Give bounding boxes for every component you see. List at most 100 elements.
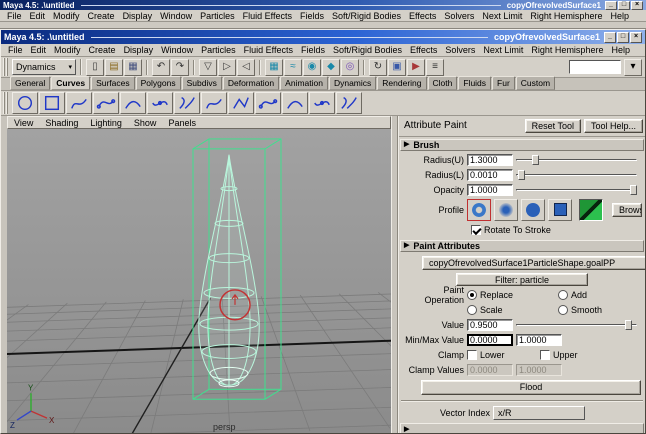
panel-menu-shading[interactable]: Shading [39, 118, 84, 128]
panel-menu-view[interactable]: View [8, 118, 39, 128]
menu-next-limit[interactable]: Next Limit [479, 45, 527, 55]
menu-modify[interactable]: Modify [50, 45, 85, 55]
select-component-icon[interactable]: ◁ [237, 58, 255, 76]
snap-grid-icon[interactable]: ▦ [265, 58, 283, 76]
perspective-viewport[interactable]: Y X Z persp [7, 129, 391, 433]
shelf-tab-rendering[interactable]: Rendering [377, 76, 427, 90]
shelf-tab-curves[interactable]: Curves [51, 76, 91, 90]
menu-display[interactable]: Display [120, 45, 158, 55]
collapsed-section-header[interactable]: ▶ [400, 422, 644, 433]
operation-smooth-radio[interactable] [558, 305, 568, 316]
clamp-upper-checkbox[interactable] [540, 349, 550, 360]
profile-gaussian-button[interactable] [467, 198, 491, 221]
close-button[interactable]: × [631, 0, 643, 10]
shelf-tab-deformation[interactable]: Deformation [222, 76, 280, 90]
paint-attribute-button[interactable]: copyOfrevolvedSurface1ParticleShape.goal… [422, 255, 645, 270]
profile-solid-button[interactable] [521, 198, 545, 221]
section-grip[interactable] [3, 92, 9, 114]
shelf-tab-general[interactable]: General [10, 76, 51, 90]
curve-fillet-shelf-icon[interactable] [201, 92, 227, 114]
menu-fluid-effects[interactable]: Fluid Effects [239, 11, 296, 21]
tool-help-button[interactable]: Tool Help... [583, 118, 643, 133]
open-scene-icon[interactable]: ▤ [105, 58, 123, 76]
max-value-field[interactable]: 1.0000 [516, 333, 562, 346]
menu-help[interactable]: Help [606, 11, 633, 21]
construction-history-icon[interactable]: ↻ [369, 58, 387, 76]
flood-button[interactable]: Flood [421, 379, 641, 395]
menu-solvers[interactable]: Solvers [440, 11, 478, 21]
shelf-tab-fluids[interactable]: Fluids [458, 76, 492, 90]
menu-window[interactable]: Window [157, 45, 197, 55]
menu-create[interactable]: Create [85, 45, 120, 55]
rotate-to-stroke-checkbox[interactable] [471, 225, 481, 236]
save-scene-icon[interactable]: ▦ [124, 58, 142, 76]
brush-image-swatch[interactable] [579, 198, 603, 221]
square-shelf-icon[interactable] [39, 92, 65, 114]
make-live-icon[interactable]: ◎ [341, 58, 359, 76]
ep-curve-shelf-icon[interactable] [93, 92, 119, 114]
operation-scale-radio[interactable] [467, 305, 477, 316]
pencil-curve-shelf-icon[interactable] [120, 92, 146, 114]
select-object-icon[interactable]: ▷ [218, 58, 236, 76]
ipr-render-icon[interactable]: ▶ [407, 58, 425, 76]
snap-curve-icon[interactable]: ≈ [284, 58, 302, 76]
panel-expand-icon[interactable]: ▾ [624, 58, 642, 76]
min-value-field[interactable]: 0.0000 [467, 333, 513, 346]
shelf-tab-surfaces[interactable]: Surfaces [91, 76, 135, 90]
new-scene-icon[interactable]: ▯ [86, 58, 104, 76]
cv-curve-shelf-icon[interactable] [66, 92, 92, 114]
quick-select-field[interactable] [569, 60, 621, 74]
browse-button[interactable]: Browse [612, 202, 642, 217]
menu-create[interactable]: Create [84, 11, 119, 21]
panel-menu-show[interactable]: Show [128, 118, 163, 128]
menu-right-hemisphere[interactable]: Right Hemisphere [526, 11, 606, 21]
shelf-tab-cloth[interactable]: Cloth [427, 76, 458, 90]
panel-menu-lighting[interactable]: Lighting [84, 118, 128, 128]
reset-tool-button[interactable]: Reset Tool [524, 118, 581, 133]
menu-effects[interactable]: Effects [406, 45, 441, 55]
menu-modify[interactable]: Modify [49, 11, 84, 21]
operation-add-radio[interactable] [558, 289, 568, 300]
menu-particles[interactable]: Particles [196, 11, 239, 21]
opacity-slider[interactable] [516, 184, 637, 196]
menu-file[interactable]: File [4, 45, 27, 55]
menu-edit[interactable]: Edit [26, 11, 50, 21]
extend-curve-shelf-icon[interactable] [282, 92, 308, 114]
arc-2pt-shelf-icon[interactable] [147, 92, 173, 114]
arc-3pt-shelf-icon[interactable] [174, 92, 200, 114]
menu-file[interactable]: File [3, 11, 26, 21]
shelf-tab-subdivs[interactable]: Subdivs [181, 76, 222, 90]
shelf-tab-custom[interactable]: Custom [515, 76, 556, 90]
render-current-frame-icon[interactable]: ▣ [388, 58, 406, 76]
radius-u-slider[interactable] [516, 154, 637, 166]
section-grip[interactable] [3, 58, 9, 76]
minimize-button[interactable]: _ [605, 0, 617, 10]
clamp-lower-checkbox[interactable] [467, 349, 477, 360]
operation-replace-radio[interactable] [467, 289, 477, 300]
cut-curve-shelf-icon[interactable] [228, 92, 254, 114]
paint-attributes-section-header[interactable]: ▶ Paint Attributes [400, 239, 644, 252]
select-hierarchy-icon[interactable]: ▽ [199, 58, 217, 76]
redo-icon[interactable]: ↷ [171, 58, 189, 76]
menu-fields[interactable]: Fields [297, 45, 329, 55]
menu-display[interactable]: Display [119, 11, 157, 21]
pane-splitter[interactable] [391, 116, 398, 433]
menu-next-limit[interactable]: Next Limit [478, 11, 526, 21]
maximize-button[interactable]: □ [617, 31, 629, 43]
snap-point-icon[interactable]: ◉ [303, 58, 321, 76]
brush-section-header[interactable]: ▶ Brush [400, 138, 644, 151]
close-button[interactable]: × [630, 31, 642, 43]
value-slider[interactable] [516, 319, 637, 331]
menu-right-hemisphere[interactable]: Right Hemisphere [527, 45, 607, 55]
menu-soft-rigid-bodies[interactable]: Soft/Rigid Bodies [328, 11, 405, 21]
shelf-tab-polygons[interactable]: Polygons [135, 76, 181, 90]
radius-l-slider[interactable] [516, 169, 637, 181]
profile-square-button[interactable] [548, 198, 572, 221]
maximize-button[interactable]: □ [618, 0, 630, 10]
insert-knot-shelf-icon[interactable] [255, 92, 281, 114]
value-field[interactable]: 0.9500 [467, 319, 513, 332]
window-titlebar[interactable]: Maya 4.5: .\untitled copyOfrevolvedSurfa… [1, 30, 645, 44]
shelf-tab-dynamics[interactable]: Dynamics [328, 76, 377, 90]
menu-particles[interactable]: Particles [197, 45, 240, 55]
circle-shelf-icon[interactable] [12, 92, 38, 114]
